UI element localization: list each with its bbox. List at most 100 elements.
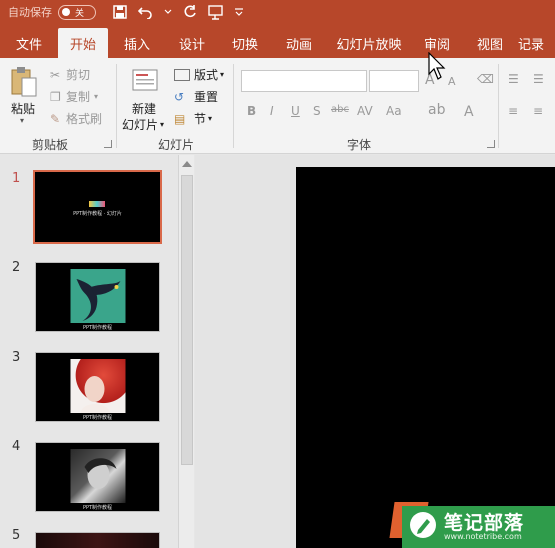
font-name-combo[interactable] [241, 70, 367, 92]
shrink-font-button[interactable]: A [448, 75, 456, 88]
change-case-button[interactable]: Aa [386, 104, 402, 118]
slide-number: 3 [12, 350, 21, 365]
tab-record[interactable]: 记录 [518, 28, 555, 58]
quick-access-toolbar [112, 4, 244, 20]
chevron-down-icon: ▾ [160, 120, 165, 129]
save-icon[interactable] [112, 4, 128, 20]
reset-button[interactable]: ↺ 重置 [174, 88, 218, 105]
clipboard-launcher-icon[interactable] [104, 140, 112, 148]
site-watermark: 笔记部落 www.notetribe.com [389, 498, 555, 548]
reset-label: 重置 [194, 90, 219, 104]
reset-icon: ↺ [174, 89, 185, 104]
pen-icon [410, 512, 436, 538]
section-button[interactable]: ▤ 节 ▾ [174, 110, 212, 127]
shadow-button[interactable]: S [313, 104, 321, 118]
slide-thumbnail[interactable]: PPT制作教程 · 幻灯片 [33, 170, 162, 244]
slide-number: 4 [12, 439, 21, 454]
cut-button[interactable]: ✂ 剪切 [50, 66, 90, 83]
slide-thumbnail[interactable]: PPT制作教程 [35, 442, 160, 512]
copy-label: 复制 [66, 90, 91, 104]
align-left-icon[interactable]: ≡ [508, 104, 518, 118]
char-spacing-button[interactable]: AV [357, 104, 373, 118]
tab-animations[interactable]: 动画 [272, 28, 326, 58]
group-separator [498, 64, 499, 148]
font-color-icon[interactable]: A [464, 104, 474, 120]
scroll-up-icon[interactable] [182, 161, 192, 167]
watermark-title: 笔记部落 [444, 512, 525, 534]
slide-number: 1 [12, 171, 21, 186]
align-center-icon[interactable]: ≡ [533, 104, 543, 118]
mouse-cursor-icon [428, 51, 448, 85]
chevron-down-icon[interactable] [164, 4, 172, 20]
font-size-combo[interactable] [369, 70, 419, 92]
slide-number: 5 [12, 528, 21, 543]
highlight-icon[interactable]: ab [428, 102, 445, 118]
portrait-photo [70, 359, 125, 413]
present-icon[interactable] [208, 4, 224, 20]
autosave-toggle[interactable]: 关 [58, 4, 96, 20]
ribbon-tabs: 文件 开始 插入 设计 切换 动画 幻灯片放映 审阅 视图 记录 [0, 24, 555, 58]
watermark-url: www.notetribe.com [444, 532, 522, 541]
new-slide-label-2: 幻灯片 [122, 118, 159, 132]
bold-button[interactable]: B [247, 104, 256, 118]
slide-editing-area [195, 155, 555, 548]
copy-icon: ❐ [50, 89, 61, 104]
scrollbar-thumb[interactable] [181, 175, 193, 465]
font-group-label: 字体 [347, 138, 372, 152]
format-painter-button[interactable]: ✎ 格式刷 [50, 110, 102, 127]
new-slide-icon[interactable] [130, 66, 160, 99]
copy-button[interactable]: ❐ 复制 ▾ [50, 88, 98, 105]
numbering-icon[interactable]: ☰ [533, 72, 544, 86]
tab-insert[interactable]: 插入 [108, 28, 166, 58]
slides-group-label: 幻灯片 [158, 138, 195, 152]
font-launcher-icon[interactable] [487, 140, 495, 148]
layout-button[interactable]: 版式 ▾ [174, 66, 224, 83]
slide-number: 2 [12, 260, 21, 275]
slide-thumbnail-pane: 1 PPT制作教程 · 幻灯片 2 PPT制作教程 3 PPT制作教程 4 PP… [0, 155, 195, 548]
autosave-label: 自动保存 [8, 6, 52, 19]
slide-thumbnail[interactable]: PPT制作教程 [35, 262, 160, 332]
bird-illustration [70, 269, 125, 323]
format-painter-icon: ✎ [50, 111, 61, 126]
section-label: 节 [194, 112, 207, 126]
paste-icon[interactable] [10, 66, 38, 101]
title-bar: 自动保存 关 [0, 0, 555, 24]
italic-button[interactable]: I [270, 104, 274, 118]
thumbnail-scrollbar[interactable] [178, 155, 194, 548]
strikethrough-button[interactable]: abc [331, 104, 349, 115]
underline-button[interactable]: U [291, 104, 300, 118]
toggle-knob [62, 8, 70, 16]
section-icon: ▤ [174, 111, 186, 126]
chevron-down-icon: ▾ [220, 70, 225, 79]
slide-caption: PPT制作教程 [82, 325, 113, 331]
layout-label: 版式 [194, 68, 219, 82]
undo-icon[interactable] [138, 4, 154, 20]
tab-transitions[interactable]: 切换 [218, 28, 272, 58]
slide-caption: PPT制作教程 [82, 505, 113, 511]
clipboard-group-label: 剪贴板 [32, 138, 69, 152]
chevron-down-icon: ▾ [94, 92, 99, 101]
slide-canvas[interactable] [296, 167, 555, 548]
bullets-icon[interactable]: ☰ [508, 72, 519, 86]
more-icon[interactable] [234, 4, 244, 20]
group-separator [116, 64, 117, 148]
slide-caption: PPT制作教程 · 幻灯片 [73, 211, 122, 217]
layout-icon [174, 68, 190, 81]
paste-dropdown-icon[interactable]: ▾ [20, 116, 24, 125]
new-slide-label-1[interactable]: 新建 [132, 100, 156, 117]
paste-button[interactable]: 粘贴 [11, 100, 35, 117]
clear-format-icon[interactable]: ⌫ [477, 72, 494, 86]
tab-view[interactable]: 视图 [462, 28, 518, 58]
chevron-down-icon: ▾ [208, 114, 213, 123]
scissors-icon: ✂ [50, 67, 61, 82]
group-separator [233, 64, 234, 148]
slide-thumbnail[interactable] [35, 532, 160, 548]
slide-thumbnail[interactable]: PPT制作教程 [35, 352, 160, 422]
toggle-state: 关 [75, 8, 85, 19]
tab-design[interactable]: 设计 [166, 28, 218, 58]
tab-slideshow[interactable]: 幻灯片放映 [326, 28, 412, 58]
tab-home[interactable]: 开始 [58, 28, 108, 58]
redo-icon[interactable] [182, 4, 198, 20]
new-slide-button[interactable]: 幻灯片 ▾ [122, 116, 164, 133]
tab-file[interactable]: 文件 [0, 28, 58, 58]
